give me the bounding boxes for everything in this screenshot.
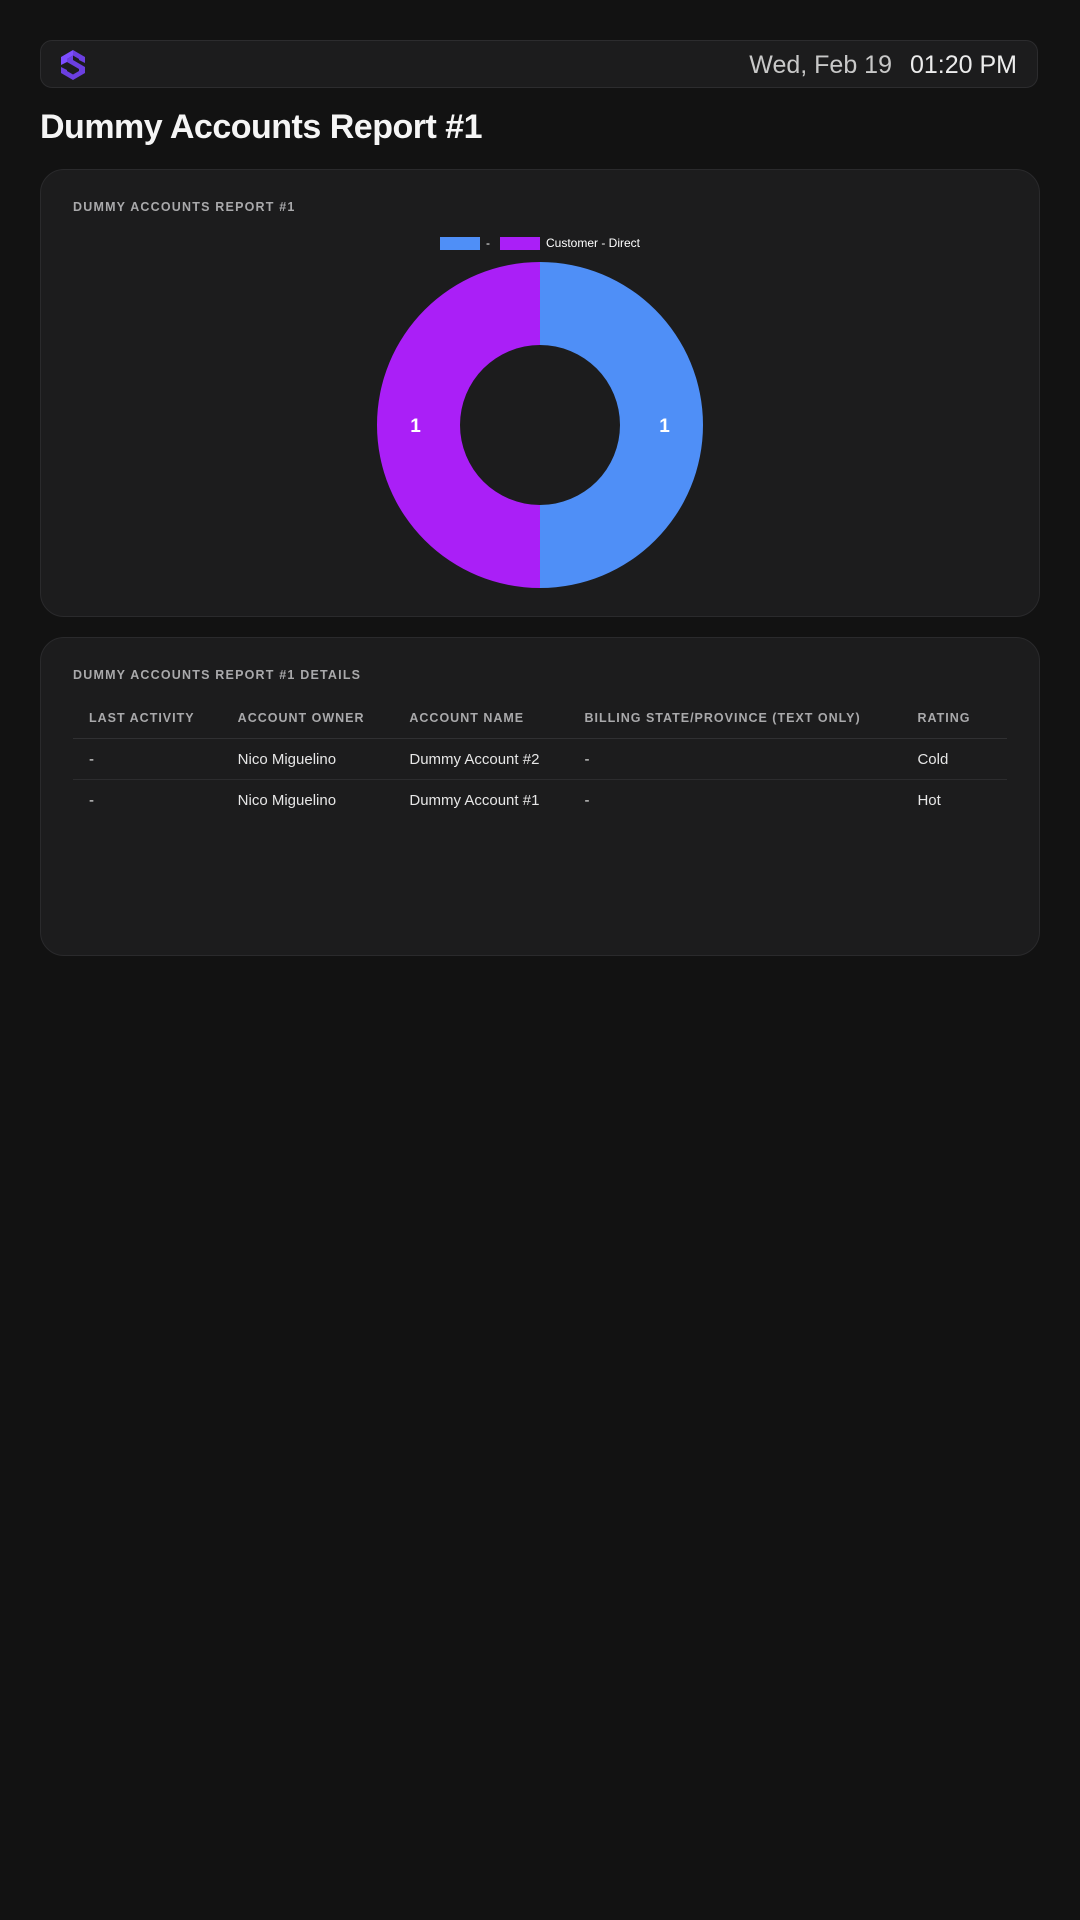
- table-header-row: LAST ACTIVITY ACCOUNT OWNER ACCOUNT NAME BI…: [73, 698, 1007, 739]
- details-table-title: DUMMY ACCOUNTS REPORT #1 DETAILS: [73, 668, 362, 682]
- table-cell: 5/13/2: [993, 780, 1007, 821]
- donut-slice[interactable]: [377, 262, 540, 588]
- table-cell: Hot: [917, 791, 941, 809]
- details-table-card: DUMMY ACCOUNTS REPORT #1 DETAILS LAST AC…: [40, 637, 1040, 956]
- details-table: LAST ACTIVITY ACCOUNT OWNER ACCOUNT NAME BI…: [73, 698, 1007, 820]
- column-header[interactable]: RATING: [901, 698, 994, 739]
- column-header[interactable]: ACCOUNT NAME: [393, 698, 569, 739]
- details-table-scroll[interactable]: LAST ACTIVITY ACCOUNT OWNER ACCOUNT NAME BI…: [73, 698, 1007, 820]
- current-time: 01:20 PM: [909, 50, 1017, 79]
- table-cell: 5/13/2: [993, 738, 1007, 780]
- table-row[interactable]: -Nico MiguelinoDummy Account #2-Cold5/13…: [73, 738, 1007, 780]
- table-cell: -: [568, 738, 902, 780]
- column-header[interactable]: LAST ACTIVITY: [73, 698, 222, 739]
- column-header[interactable]: LAST: [993, 698, 1007, 739]
- page-title: Dummy Accounts Report #1: [40, 108, 483, 146]
- column-header[interactable]: ACCOUNT OWNER: [221, 698, 394, 739]
- table-cell: Cold: [901, 738, 994, 780]
- top-bar: Wed, Feb 19 01:20 PM: [40, 40, 1038, 88]
- column-header[interactable]: BILLING STATE/PROVINCE (TEXT ONLY): [568, 698, 902, 739]
- donut-slice[interactable]: [540, 262, 703, 588]
- table-cell: -: [89, 791, 94, 809]
- table-cell: -: [584, 791, 590, 809]
- table-cell: Nico Miguelino: [221, 738, 394, 780]
- table-cell: Dummy Account #2: [393, 738, 569, 780]
- donut-chart: 11: [377, 262, 703, 588]
- table-row[interactable]: - Nico Miguelino Dummy Account #1 - Hot 5/13/…: [73, 780, 1007, 821]
- table-cell: Dummy Account #1: [409, 791, 540, 809]
- table-cell: -: [73, 738, 222, 780]
- current-date: Wed, Feb 19: [749, 50, 892, 79]
- chart-card: DUMMY ACCOUNTS REPORT #1 - Customer - Dir…: [40, 169, 1040, 617]
- slice-value-label: 1: [410, 416, 421, 437]
- date-time: Wed, Feb 19 01:20 PM: [749, 41, 1017, 89]
- table-cell: Nico Miguelino: [237, 791, 337, 809]
- slice-value-label: 1: [659, 416, 670, 437]
- app-logo-icon[interactable]: [59, 49, 87, 81]
